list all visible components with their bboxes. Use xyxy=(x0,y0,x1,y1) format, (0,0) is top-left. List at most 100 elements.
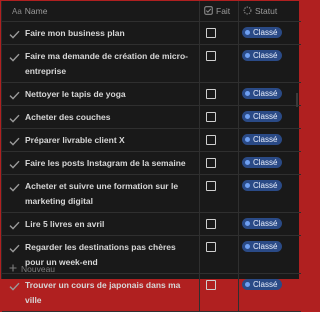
status-dot-icon xyxy=(245,30,250,35)
status-badge[interactable]: Classé xyxy=(242,157,283,168)
status-dot-icon xyxy=(245,53,250,58)
task-title: Faire mon business plan xyxy=(25,28,125,38)
status-label: Classé xyxy=(253,158,278,167)
database-table-view: Aa Name Fait Statut Faire mon business p… xyxy=(1,1,301,312)
status-label: Classé xyxy=(253,112,278,121)
fait-cell[interactable] xyxy=(199,82,239,106)
table-row[interactable]: Préparer livrable client X Classé xyxy=(2,128,301,152)
status-badge[interactable]: Classé xyxy=(242,111,283,122)
status-badge[interactable]: Classé xyxy=(242,88,283,99)
status-label: Classé xyxy=(253,242,278,251)
status-label: Classé xyxy=(253,280,278,289)
status-dot-icon xyxy=(245,160,250,165)
column-header-name-label: Name xyxy=(24,6,48,16)
statut-cell[interactable]: Classé xyxy=(238,128,301,152)
scrollbar[interactable] xyxy=(296,93,298,107)
status-badge[interactable]: Classé xyxy=(242,279,283,290)
text-property-icon: Aa xyxy=(12,6,22,16)
fait-cell[interactable] xyxy=(199,105,239,129)
name-cell[interactable]: Nettoyer le tapis de yoga xyxy=(2,82,200,106)
new-row-label: Nouveau xyxy=(21,264,56,274)
status-label: Classé xyxy=(253,181,278,190)
fait-cell[interactable] xyxy=(199,21,239,45)
statut-cell[interactable]: Classé xyxy=(238,174,301,213)
task-title: Faire les posts Instagram de la semaine xyxy=(25,158,186,168)
fait-checkbox[interactable] xyxy=(206,242,216,252)
name-cell[interactable]: Trouver un cours de japonais dans ma vil… xyxy=(2,273,200,312)
table-row[interactable]: Faire les posts Instagram de la semaine … xyxy=(2,151,301,175)
name-cell[interactable]: Acheter des couches xyxy=(2,105,200,129)
checkmark-icon xyxy=(9,160,21,169)
checkmark-icon xyxy=(9,114,21,123)
statut-cell[interactable]: Classé xyxy=(238,235,301,274)
name-cell[interactable]: Faire ma demande de création de micro-en… xyxy=(2,44,200,83)
checkbox-property-icon xyxy=(204,5,213,17)
fait-cell[interactable] xyxy=(199,151,239,175)
status-label: Classé xyxy=(253,51,278,60)
table-row[interactable]: Acheter des couches Classé xyxy=(2,105,301,129)
new-row-button[interactable]: Nouveau xyxy=(9,264,55,274)
fait-checkbox[interactable] xyxy=(206,219,216,229)
column-header-name[interactable]: Aa Name xyxy=(2,1,200,22)
statut-cell[interactable]: Classé xyxy=(238,82,301,106)
status-label: Classé xyxy=(253,89,278,98)
statut-cell[interactable]: Classé xyxy=(238,151,301,175)
status-badge[interactable]: Classé xyxy=(242,134,283,145)
checkmark-icon xyxy=(9,53,21,62)
checkmark-icon xyxy=(9,244,21,253)
statut-cell[interactable]: Classé xyxy=(238,212,301,236)
name-cell[interactable]: Acheter et suivre une formation sur le m… xyxy=(2,174,200,213)
fait-checkbox[interactable] xyxy=(206,158,216,168)
task-title: Préparer livrable client X xyxy=(25,135,125,145)
name-cell[interactable]: Faire les posts Instagram de la semaine xyxy=(2,151,200,175)
table-row[interactable]: Lire 5 livres en avril Classé xyxy=(2,212,301,236)
status-badge[interactable]: Classé xyxy=(242,218,283,229)
fait-cell[interactable] xyxy=(199,128,239,152)
fait-cell[interactable] xyxy=(199,235,239,274)
fait-checkbox[interactable] xyxy=(206,28,216,38)
column-header-fait[interactable]: Fait xyxy=(199,1,239,22)
task-title: Acheter et suivre une formation sur le m… xyxy=(25,181,179,206)
status-dot-icon xyxy=(245,221,250,226)
table-row[interactable]: Faire mon business plan Classé xyxy=(2,21,301,45)
column-header-statut[interactable]: Statut xyxy=(238,1,301,22)
fait-checkbox[interactable] xyxy=(206,51,216,61)
statut-cell[interactable]: Classé xyxy=(238,273,301,312)
table-row[interactable]: Acheter et suivre une formation sur le m… xyxy=(2,174,301,213)
fait-checkbox[interactable] xyxy=(206,181,216,191)
table-row[interactable]: Trouver un cours de japonais dans ma vil… xyxy=(2,273,301,312)
name-cell[interactable]: Faire mon business plan xyxy=(2,21,200,45)
fait-checkbox[interactable] xyxy=(206,89,216,99)
checkmark-icon xyxy=(9,91,21,100)
fait-cell[interactable] xyxy=(199,212,239,236)
statut-cell[interactable]: Classé xyxy=(238,21,301,45)
status-dot-icon xyxy=(245,91,250,96)
fait-cell[interactable] xyxy=(199,174,239,213)
task-title: Faire ma demande de création de micro-en… xyxy=(25,51,188,76)
name-cell[interactable]: Lire 5 livres en avril xyxy=(2,212,200,236)
task-title: Trouver un cours de japonais dans ma vil… xyxy=(25,280,181,305)
status-badge[interactable]: Classé xyxy=(242,241,283,252)
fait-checkbox[interactable] xyxy=(206,135,216,145)
status-badge[interactable]: Classé xyxy=(242,180,283,191)
plus-icon xyxy=(9,264,17,274)
checkmark-icon xyxy=(9,221,21,230)
table-row[interactable]: Faire ma demande de création de micro-en… xyxy=(2,44,301,83)
status-badge[interactable]: Classé xyxy=(242,50,283,61)
status-dot-icon xyxy=(245,137,250,142)
fait-cell[interactable] xyxy=(199,273,239,312)
fait-checkbox[interactable] xyxy=(206,280,216,290)
status-dot-icon xyxy=(245,183,250,188)
table-row[interactable]: Nettoyer le tapis de yoga Classé xyxy=(2,82,301,106)
column-header-statut-label: Statut xyxy=(255,6,278,16)
statut-cell[interactable]: Classé xyxy=(238,44,301,83)
task-title: Acheter des couches xyxy=(25,112,111,122)
status-label: Classé xyxy=(253,219,278,228)
status-badge[interactable]: Classé xyxy=(242,27,283,38)
task-title: Lire 5 livres en avril xyxy=(25,219,105,229)
name-cell[interactable]: Préparer livrable client X xyxy=(2,128,200,152)
statut-cell[interactable]: Classé xyxy=(238,105,301,129)
status-dot-icon xyxy=(245,282,250,287)
fait-cell[interactable] xyxy=(199,44,239,83)
fait-checkbox[interactable] xyxy=(206,112,216,122)
